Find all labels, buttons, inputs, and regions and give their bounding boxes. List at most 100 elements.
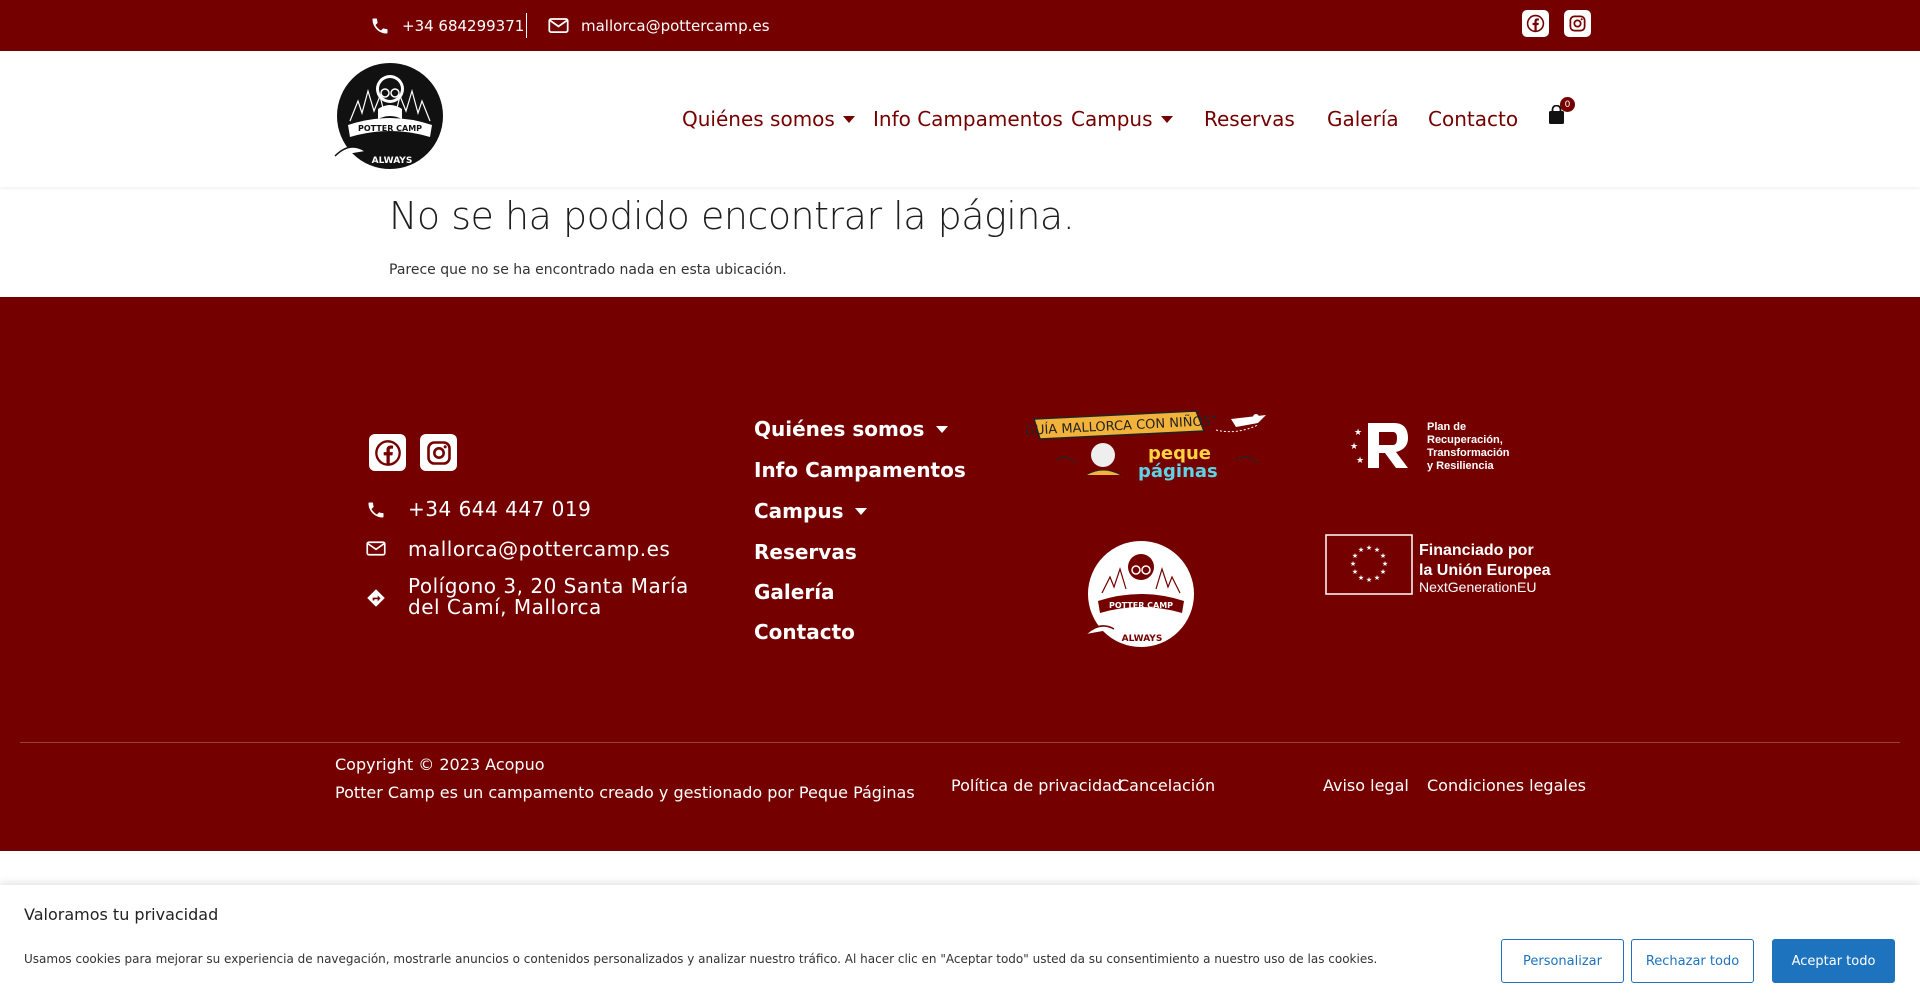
link-cancelacion[interactable]: Cancelación (1118, 776, 1215, 795)
nav-label: Quiénes somos (682, 107, 835, 131)
svg-text:★: ★ (1382, 560, 1388, 568)
nav-item-reservas[interactable]: Reservas (1204, 107, 1295, 131)
cookie-text: Usamos cookies para mejorar su experienc… (24, 952, 1378, 966)
footer-instagram-link[interactable] (420, 434, 457, 471)
guia-mallorca-logo[interactable]: "GUÍA MALLORCA CON NIÑOS" peque páginas (1019, 405, 1276, 485)
caret-down-icon (1160, 115, 1173, 123)
footer-email: mallorca@pottercamp.es (408, 537, 671, 561)
svg-text:★: ★ (1366, 544, 1372, 552)
footer-nav-campus[interactable]: Campus (754, 499, 868, 523)
logo-text-bottom: ALWAYS (1122, 634, 1163, 644)
svg-text:★: ★ (1380, 568, 1386, 576)
footer-nav-quienes-somos[interactable]: Quiénes somos (754, 417, 949, 441)
topbar-email-link[interactable]: mallorca@pottercamp.es (548, 0, 770, 51)
nav-label: Reservas (1204, 107, 1295, 131)
prtr-line-3: Transformación (1427, 447, 1510, 459)
topbar-phone-link[interactable]: +34 684299371 (370, 0, 524, 51)
footer-nav-label: Reservas (754, 540, 857, 564)
svg-text:★: ★ (1358, 546, 1364, 554)
svg-text:★: ★ (1374, 574, 1380, 582)
logo-text-top: POTTER CAMP (1109, 601, 1173, 610)
footer-nav-label: Info Campamentos (754, 458, 966, 482)
instagram-icon (426, 440, 451, 465)
svg-text:★: ★ (1358, 574, 1364, 582)
svg-text:★: ★ (1350, 560, 1356, 568)
cart-button[interactable]: 0 (1548, 97, 1575, 129)
site-footer: +34 644 447 019 mallorca@pottercamp.es P… (0, 297, 1920, 851)
directions-icon (367, 589, 385, 607)
topbar-facebook-link[interactable] (1522, 10, 1549, 37)
phone-icon (372, 18, 388, 33)
accept-all-button[interactable]: Aceptar todo (1772, 939, 1895, 983)
cookie-banner: Valoramos tu privacidad Usamos cookies p… (0, 885, 1920, 1000)
nav-label: Campus (1071, 107, 1153, 131)
site-header: POTTER CAMP ALWAYS Quiénes somos Info Ca… (0, 51, 1920, 187)
eu-funding-logo: ★ ★ ★ ★ ★ ★ ★ ★ ★ ★ ★ ★ Financiado por la Unión … (1325, 534, 1565, 596)
footer-facebook-link[interactable] (369, 434, 406, 471)
footer-address: Polígono 3, 20 Santa María del Camí, Mal… (366, 576, 689, 618)
footer-phone: +34 644 447 019 (408, 497, 592, 521)
reject-all-button[interactable]: Rechazar todo (1631, 939, 1754, 983)
envelope-icon (366, 541, 386, 556)
footer-credit: Potter Camp es un campamento creado y ge… (335, 783, 915, 802)
footer-nav-reservas[interactable]: Reservas (754, 540, 857, 564)
footer-address-line2: del Camí, Mallorca (408, 595, 602, 619)
footer-divider (20, 742, 1900, 743)
footer-potter-logo[interactable]: POTTER CAMP ALWAYS (1080, 539, 1200, 651)
phone-icon (368, 502, 384, 518)
guia-brand-2: páginas (1138, 461, 1218, 482)
svg-text:★: ★ (1380, 552, 1386, 560)
footer-email-link[interactable]: mallorca@pottercamp.es (366, 537, 670, 561)
top-bar: +34 684299371 mallorca@pottercamp.es (0, 0, 1920, 51)
prtr-line-1: Plan de (1427, 421, 1466, 433)
footer-nav-contacto[interactable]: Contacto (754, 620, 855, 644)
footer-nav-info-campamentos[interactable]: Info Campamentos (754, 458, 966, 482)
footer-copyright: Copyright © 2023 Acopuo (335, 755, 545, 774)
footer-nav-galeria[interactable]: Galería (754, 580, 835, 604)
nav-item-galeria[interactable]: Galería (1327, 107, 1399, 131)
nav-label: Info Campamentos (873, 107, 1063, 131)
footer-nav-label: Quiénes somos (754, 417, 925, 441)
nav-item-campus[interactable]: Campus (1071, 107, 1173, 131)
footer-nav-label: Contacto (754, 620, 855, 644)
svg-text:★: ★ (1354, 428, 1362, 438)
instagram-icon (1564, 10, 1591, 37)
link-condiciones-legales[interactable]: Condiciones legales (1427, 776, 1586, 795)
topbar-separator (526, 13, 527, 38)
envelope-icon (548, 18, 569, 33)
topbar-instagram-link[interactable] (1564, 10, 1591, 37)
eu-line-2: la Unión Europea (1419, 562, 1551, 579)
prtr-line-2: Recuperación, (1427, 434, 1503, 446)
nav-label: Contacto (1428, 107, 1519, 131)
eu-line-1: Financiado por (1419, 542, 1534, 559)
page-title: No se ha podido encontrar la página. (389, 194, 1075, 238)
facebook-icon (1522, 10, 1549, 37)
link-aviso-legal[interactable]: Aviso legal (1323, 776, 1409, 795)
caret-down-icon (936, 425, 949, 433)
main-nav: Quiénes somos Info Campamentos Campus Re… (0, 51, 1920, 187)
topbar-phone: +34 684299371 (402, 16, 525, 35)
svg-text:★: ★ (1366, 576, 1372, 584)
nav-item-contacto[interactable]: Contacto (1428, 107, 1518, 131)
prtr-line-4: y Resiliencia (1427, 460, 1495, 472)
caret-down-icon (842, 115, 855, 123)
cart-count-badge: 0 (1560, 97, 1575, 112)
link-privacidad[interactable]: Política de privacidad (951, 776, 1122, 795)
page-message: Parece que no se ha encontrado nada en e… (389, 262, 787, 278)
svg-text:★: ★ (1356, 456, 1364, 466)
facebook-icon (374, 439, 401, 466)
svg-text:★: ★ (1350, 442, 1358, 452)
eu-line-3: NextGenerationEU (1419, 579, 1537, 595)
plan-recuperacion-logo: ★ ★ ★ Plan de Recuperación, Transformaci… (1350, 415, 1550, 475)
nav-label: Galería (1327, 107, 1399, 131)
footer-nav-label: Galería (754, 580, 835, 604)
footer-phone-link[interactable]: +34 644 447 019 (366, 497, 591, 521)
customize-button[interactable]: Personalizar (1501, 939, 1624, 983)
topbar-email: mallorca@pottercamp.es (581, 16, 770, 35)
nav-item-quienes-somos[interactable]: Quiénes somos (682, 107, 855, 131)
cookie-title: Valoramos tu privacidad (24, 905, 219, 924)
footer-nav-label: Campus (754, 499, 844, 523)
svg-text:★: ★ (1352, 568, 1358, 576)
caret-down-icon (855, 507, 868, 515)
nav-item-info-campamentos[interactable]: Info Campamentos (873, 107, 1063, 131)
